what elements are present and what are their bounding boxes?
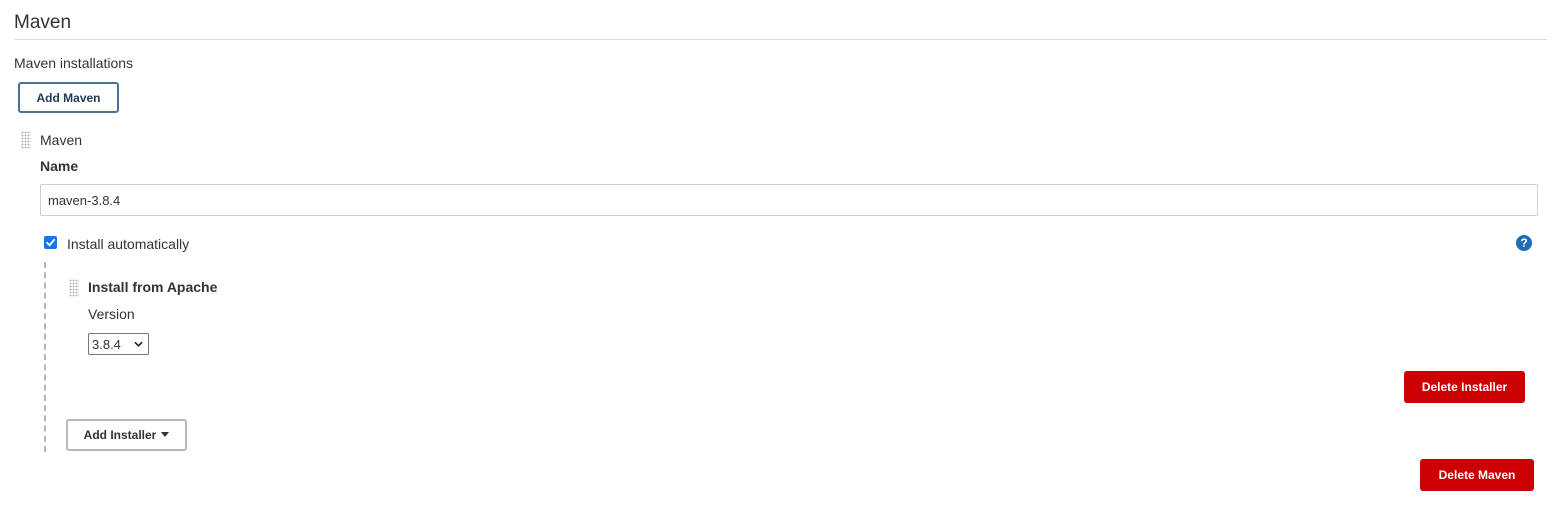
maven-block-header: Maven [40, 132, 83, 148]
name-input[interactable]: maven-3.8.4 [40, 184, 1538, 216]
version-select-value: 3.8.4 [92, 336, 121, 352]
delete-maven-button[interactable]: Delete Maven [1420, 459, 1534, 491]
delete-installer-button[interactable]: Delete Installer [1404, 371, 1525, 403]
version-select[interactable]: 3.8.4 [88, 333, 149, 355]
drag-handle-icon[interactable] [69, 279, 79, 297]
drag-handle-icon[interactable] [21, 131, 31, 149]
installer-title: Install from Apache [88, 279, 218, 295]
install-automatically-label[interactable]: Install automatically [67, 236, 189, 252]
name-label: Name [40, 158, 79, 174]
checkmark-icon [46, 238, 56, 247]
caret-down-icon [161, 431, 170, 437]
maven-configuration-section: Maven Maven installations Add Maven Mave… [0, 0, 1560, 506]
add-installer-button[interactable]: Add Installer [66, 419, 187, 451]
install-automatically-checkbox[interactable] [44, 236, 57, 249]
installer-group-border [44, 262, 46, 452]
version-label: Version [88, 306, 135, 322]
maven-installations-label: Maven installations [14, 55, 134, 71]
section-title: Maven [14, 12, 72, 33]
chevron-down-icon [134, 341, 143, 347]
name-input-value: maven-3.8.4 [48, 192, 121, 208]
add-maven-button[interactable]: Add Maven [18, 82, 119, 113]
question-mark-icon[interactable]: ? [1516, 235, 1532, 251]
section-divider [14, 39, 1547, 40]
add-installer-label: Add Installer [83, 428, 157, 442]
